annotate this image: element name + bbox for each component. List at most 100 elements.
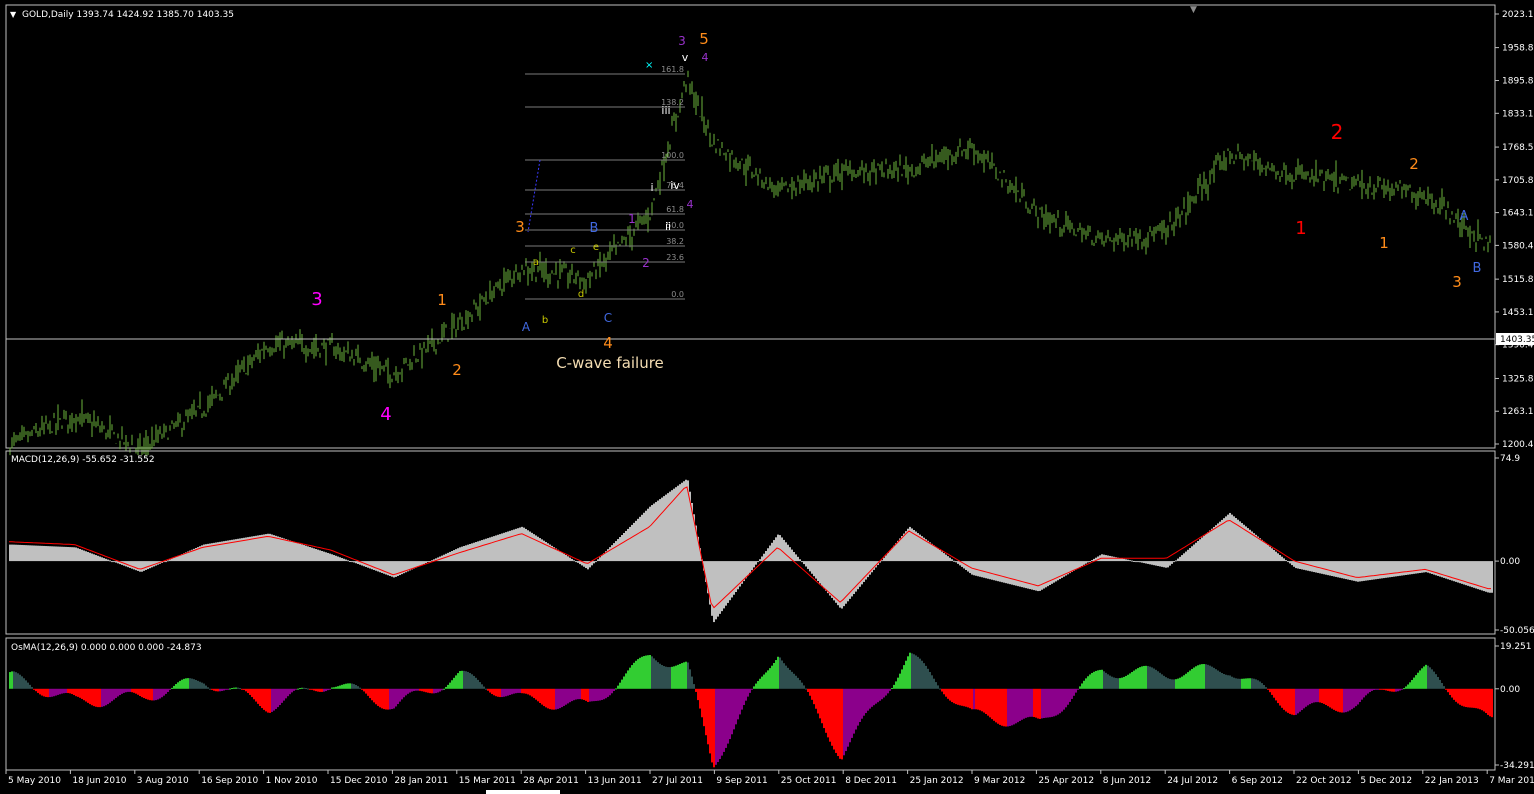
macd-bar xyxy=(1027,561,1029,589)
osma-bar xyxy=(1197,665,1199,689)
osma-bar xyxy=(837,688,839,757)
macd-bar xyxy=(1491,561,1493,593)
osma-bar xyxy=(139,688,141,697)
time-tick-label: 5 May 2010 xyxy=(8,776,61,786)
osma-bar xyxy=(371,688,373,701)
macd-bar xyxy=(975,561,977,576)
macd-bar xyxy=(67,546,69,562)
macd-bar xyxy=(149,561,151,569)
time-tick-label: 16 Sep 2010 xyxy=(201,776,258,786)
osma-bar xyxy=(359,687,361,689)
macd-bar xyxy=(1257,536,1259,562)
macd-bar xyxy=(793,551,795,562)
macd-bar xyxy=(521,526,523,562)
osma-bar xyxy=(271,688,273,712)
osma-panel-header: OsMA(12,26,9) 0.000 0.000 0.000 -24.873 xyxy=(11,643,202,653)
osma-bar xyxy=(883,688,885,698)
osma-bar xyxy=(855,688,857,730)
osma-bar xyxy=(825,688,827,733)
osma-bar xyxy=(1161,674,1163,689)
osma-bar xyxy=(29,684,31,689)
macd-bar xyxy=(337,556,339,562)
osma-bar xyxy=(695,688,697,692)
macd-bar xyxy=(1003,561,1005,583)
horizontal-scrollbar[interactable] xyxy=(486,790,560,794)
osma-bar xyxy=(141,688,143,698)
macd-bar xyxy=(1001,561,1003,583)
macd-bar xyxy=(1193,544,1195,562)
macd-bar xyxy=(497,534,499,562)
macd-bar xyxy=(1383,561,1385,579)
dropdown-arrow-icon[interactable]: ▼ xyxy=(10,10,17,19)
macd-bar xyxy=(555,548,557,562)
macd-bar xyxy=(455,549,457,562)
osma-bar xyxy=(485,688,487,690)
macd-bar xyxy=(249,536,251,562)
osma-bar xyxy=(381,688,383,709)
macd-bar xyxy=(985,561,987,579)
macd-bar xyxy=(1203,535,1205,562)
osma-bar xyxy=(1359,688,1361,703)
osma-bar xyxy=(1317,688,1319,703)
macd-bar xyxy=(1209,530,1211,562)
macd-bar xyxy=(569,557,571,562)
macd-bar xyxy=(317,549,319,562)
macd-bar xyxy=(1163,561,1165,568)
osma-bar xyxy=(947,688,949,699)
price-tick-label: 1515.83 xyxy=(1502,275,1534,285)
osma-bar xyxy=(445,686,447,689)
osma-bar xyxy=(629,667,631,689)
scroll-marker-icon[interactable]: ▼ xyxy=(1190,5,1197,15)
osma-bar xyxy=(545,688,547,708)
macd-bar xyxy=(807,561,809,569)
osma-bar xyxy=(1319,688,1321,703)
osma-bar xyxy=(273,688,275,711)
macd-bar xyxy=(991,561,993,580)
osma-bar xyxy=(1123,676,1125,689)
macd-bar xyxy=(345,559,347,562)
macd-bar xyxy=(1013,561,1015,586)
macd-bar xyxy=(1423,561,1425,573)
macd-bar xyxy=(717,561,719,617)
osma-bar xyxy=(1179,677,1181,689)
macd-bar xyxy=(1177,558,1179,562)
macd-bar xyxy=(17,544,19,562)
osma-bar xyxy=(681,663,683,689)
osma-bar xyxy=(77,688,79,697)
macd-bar xyxy=(925,539,927,562)
osma-bar xyxy=(547,688,549,709)
osma-bar xyxy=(1409,682,1411,689)
macd-bar xyxy=(1335,561,1337,577)
macd-bar xyxy=(1379,561,1381,579)
osma-bar xyxy=(1417,672,1419,689)
osma-bar xyxy=(961,688,963,706)
osma-bar xyxy=(1407,684,1409,689)
macd-bar xyxy=(571,558,573,562)
osma-bar xyxy=(297,688,299,690)
osma-bar xyxy=(19,674,21,689)
macd-bar xyxy=(291,541,293,562)
time-tick-label: 28 Jan 2011 xyxy=(394,776,448,786)
osma-bar xyxy=(113,688,115,700)
osma-bar xyxy=(121,688,123,694)
price-tick-label: 1580.43 xyxy=(1502,241,1534,251)
osma-bar xyxy=(727,688,729,744)
osma-bar xyxy=(1203,664,1205,689)
macd-bar xyxy=(1273,549,1275,562)
osma-bar xyxy=(833,688,835,750)
osma-bar xyxy=(775,660,777,689)
macd-bar xyxy=(23,545,25,562)
osma-bar xyxy=(1451,688,1453,698)
macd-bar xyxy=(91,553,93,562)
osma-bar xyxy=(953,688,955,704)
osma-bar xyxy=(1061,688,1063,712)
osma-bar xyxy=(109,688,111,703)
macd-bar xyxy=(101,557,103,562)
osma-bar xyxy=(269,688,271,713)
macd-bar xyxy=(811,561,813,574)
wave-label: 1 xyxy=(628,212,636,226)
osma-bar xyxy=(1157,671,1159,689)
macd-bar xyxy=(1159,561,1161,567)
time-tick-label: 15 Dec 2010 xyxy=(330,776,388,786)
osma-bar xyxy=(467,671,469,689)
